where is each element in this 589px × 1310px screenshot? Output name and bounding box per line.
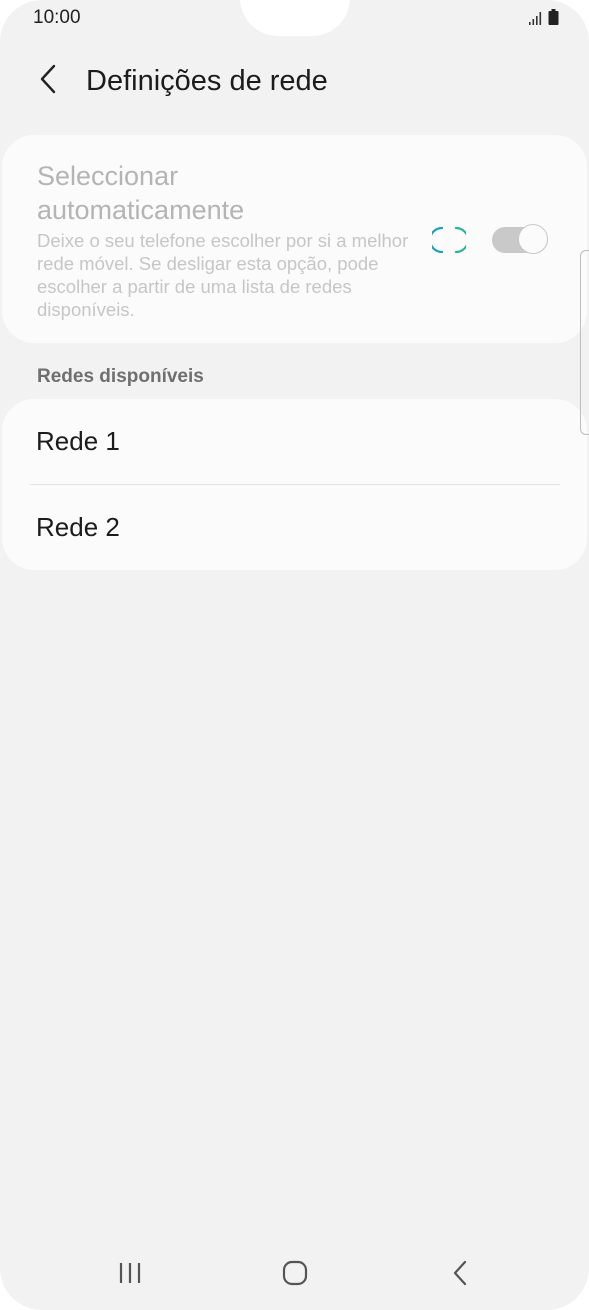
available-networks-label: Redes disponíveis <box>37 366 204 387</box>
toggle-knob <box>518 224 548 254</box>
network-item[interactable]: Rede 2 <box>2 485 587 570</box>
battery-icon <box>548 9 559 30</box>
home-button[interactable] <box>265 1255 325 1295</box>
status-time: 10:00 <box>33 7 81 28</box>
navigation-bar <box>0 1245 589 1301</box>
camera-notch <box>240 0 350 36</box>
auto-select-card: Seleccionar automaticamente Deixe o seu … <box>2 135 587 343</box>
status-icons <box>528 9 559 30</box>
phone-screen: 10:00 Definições de rede Seleccionar aut… <box>0 0 589 1310</box>
nav-back-button[interactable] <box>430 1255 490 1295</box>
network-item-label: Rede 1 <box>36 426 120 456</box>
app-header: Definições de rede <box>0 55 589 110</box>
auto-select-title: Seleccionar automaticamente <box>37 161 245 225</box>
recents-icon <box>117 1261 143 1290</box>
back-button[interactable] <box>30 63 66 99</box>
recents-button[interactable] <box>100 1255 160 1295</box>
auto-select-toggle[interactable] <box>492 224 548 256</box>
signal-icon <box>528 11 544 30</box>
chevron-left-icon <box>38 64 58 99</box>
networks-list: Rede 1 Rede 2 <box>2 399 587 570</box>
spinner-icon <box>428 225 470 255</box>
scrollbar[interactable] <box>580 250 589 435</box>
network-item-label: Rede 2 <box>36 512 120 542</box>
network-item[interactable]: Rede 1 <box>2 399 587 484</box>
home-icon <box>281 1259 309 1292</box>
auto-select-description: Deixe o seu telefone escolher por si a m… <box>37 230 409 320</box>
back-icon <box>450 1260 470 1291</box>
page-title: Definições de rede <box>86 65 328 97</box>
